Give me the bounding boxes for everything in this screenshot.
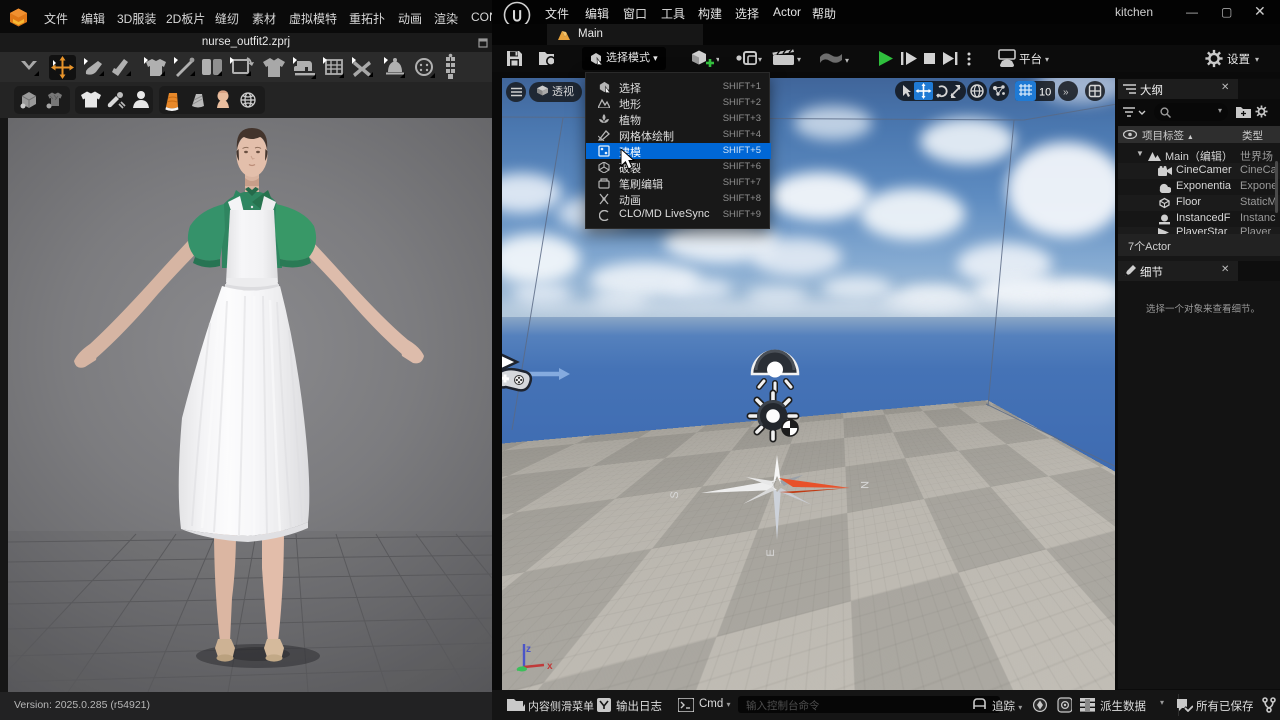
svg-text:»: » (1063, 87, 1069, 98)
svg-text:z: z (526, 644, 531, 655)
svg-text:x: x (547, 661, 553, 672)
svg-text:▾: ▾ (1255, 55, 1259, 64)
svg-text:N: N (858, 481, 870, 489)
svg-text:▾: ▾ (797, 55, 801, 64)
svg-text:▾: ▾ (1045, 55, 1049, 64)
svg-text:▾: ▾ (758, 55, 762, 64)
svg-text:E: E (765, 549, 777, 556)
svg-text:S: S (669, 491, 682, 499)
svg-text:设置: 设置 (1227, 53, 1250, 66)
svg-text:▾: ▾ (716, 55, 719, 64)
svg-text:▾: ▾ (845, 56, 849, 65)
svg-text:平台: 平台 (1019, 52, 1042, 66)
svg-text:10: 10 (1039, 87, 1051, 99)
